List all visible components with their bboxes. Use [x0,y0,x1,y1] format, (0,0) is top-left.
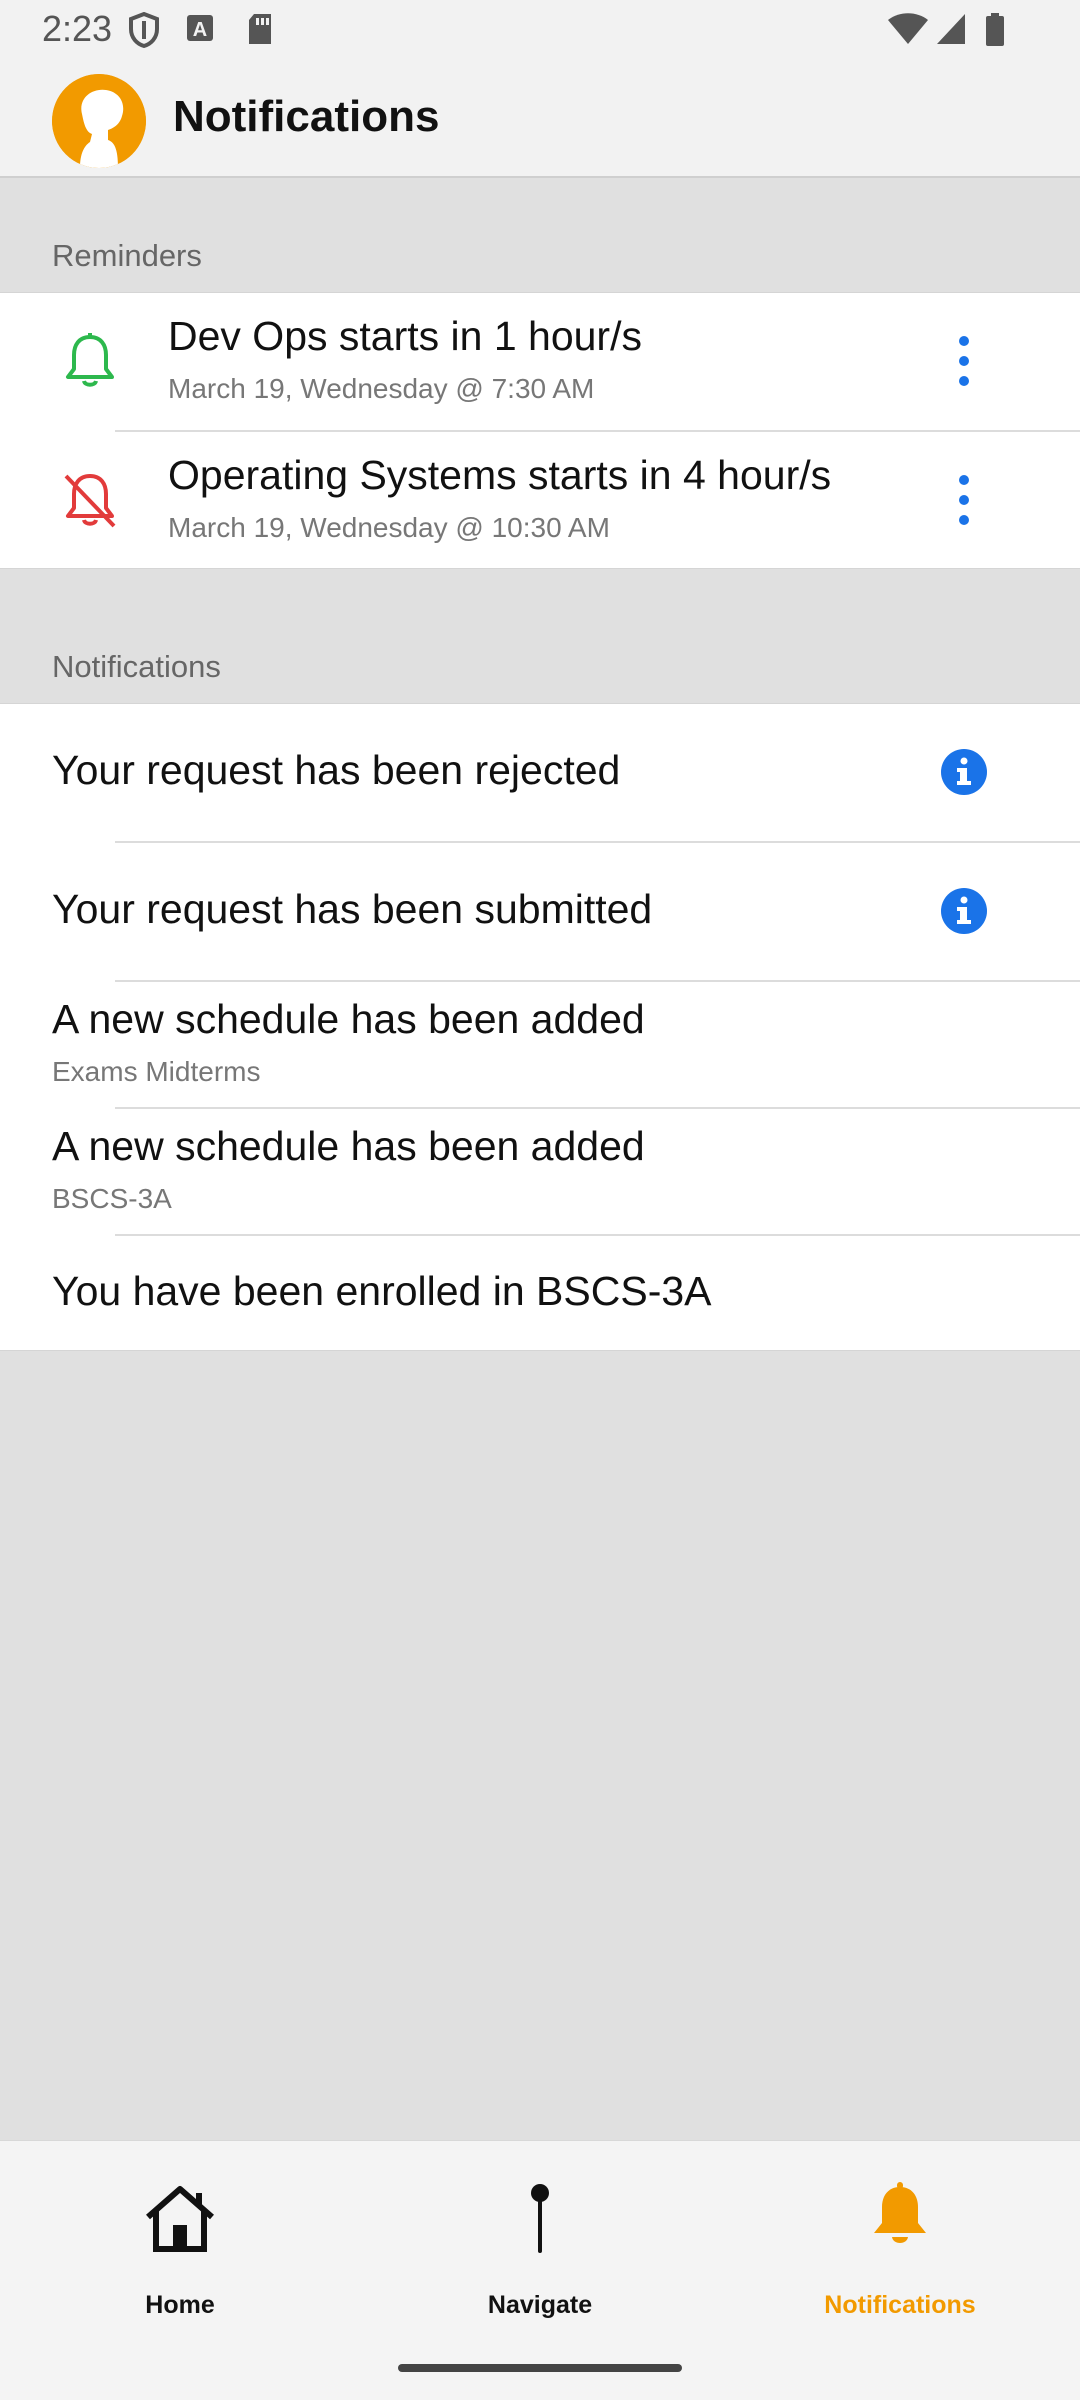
info-icon[interactable] [940,748,988,796]
reminder-title: Dev Ops starts in 1 hour/s [168,313,642,359]
notification-title: You have been enrolled in BSCS-3A [52,1268,712,1314]
reminders-section-label: Reminders [52,238,202,273]
notification-title: Your request has been submitted [52,886,653,932]
reminders-list: Dev Ops starts in 1 hour/s March 19, Wed… [0,292,1080,569]
nav-notifications[interactable]: Notifications [750,2141,1050,2341]
nav-navigate-label: Navigate [487,2291,593,2319]
profile-silhouette-icon[interactable] [52,74,146,168]
bottom-navigation: Home Navigate Notifications [0,2140,1080,2400]
status-bar: 2:23 A [0,0,1080,62]
home-icon [146,2186,214,2252]
notifications-section-label: Notifications [52,649,221,684]
page-title: Notifications [173,92,440,141]
svg-text:A: A [193,19,207,41]
reminder-subtitle: March 19, Wednesday @ 7:30 AM [168,373,595,404]
nav-home[interactable]: Home [30,2141,330,2341]
notification-title: Your request has been rejected [52,747,621,793]
reminder-item[interactable]: Dev Ops starts in 1 hour/s March 19, Wed… [0,293,1080,430]
notification-item[interactable]: A new schedule has been added BSCS-3A [0,1109,1080,1234]
nav-navigate[interactable]: Navigate [390,2141,690,2341]
sd-card-icon [246,12,274,51]
app-header: Notifications [0,62,1080,178]
bell-icon [874,2182,926,2243]
bell-off-icon [60,470,120,530]
info-icon[interactable] [940,887,988,935]
shield-icon [128,11,160,53]
notification-item[interactable]: You have been enrolled in BSCS-3A [0,1236,1080,1350]
nav-notifications-label: Notifications [824,2291,976,2319]
notifications-list: Your request has been rejected Your requ… [0,703,1080,1351]
notification-item[interactable]: A new schedule has been added Exams Midt… [0,982,1080,1107]
reminder-subtitle: March 19, Wednesday @ 10:30 AM [168,512,610,543]
pin-icon [531,2184,549,2253]
notification-subtitle: Exams Midterms [52,1056,261,1087]
status-time: 2:23 [42,8,113,49]
nav-home-label: Home [145,2291,215,2319]
more-vertical-icon[interactable] [944,470,984,530]
reminder-title: Operating Systems starts in 4 hour/s [168,452,832,498]
more-vertical-icon[interactable] [944,331,984,391]
notification-title: A new schedule has been added [52,996,645,1042]
bell-icon [60,331,120,391]
battery-icon [984,12,1006,53]
gesture-bar[interactable] [398,2364,682,2372]
notification-subtitle: BSCS-3A [52,1183,172,1214]
font-a-icon: A [186,12,214,49]
notification-item[interactable]: Your request has been rejected [0,704,1080,841]
signal-icon [935,12,967,51]
notification-title: A new schedule has been added [52,1123,645,1169]
reminder-item[interactable]: Operating Systems starts in 4 hour/s Mar… [0,432,1080,569]
notification-item[interactable]: Your request has been submitted [0,843,1080,980]
wifi-icon [886,12,930,51]
